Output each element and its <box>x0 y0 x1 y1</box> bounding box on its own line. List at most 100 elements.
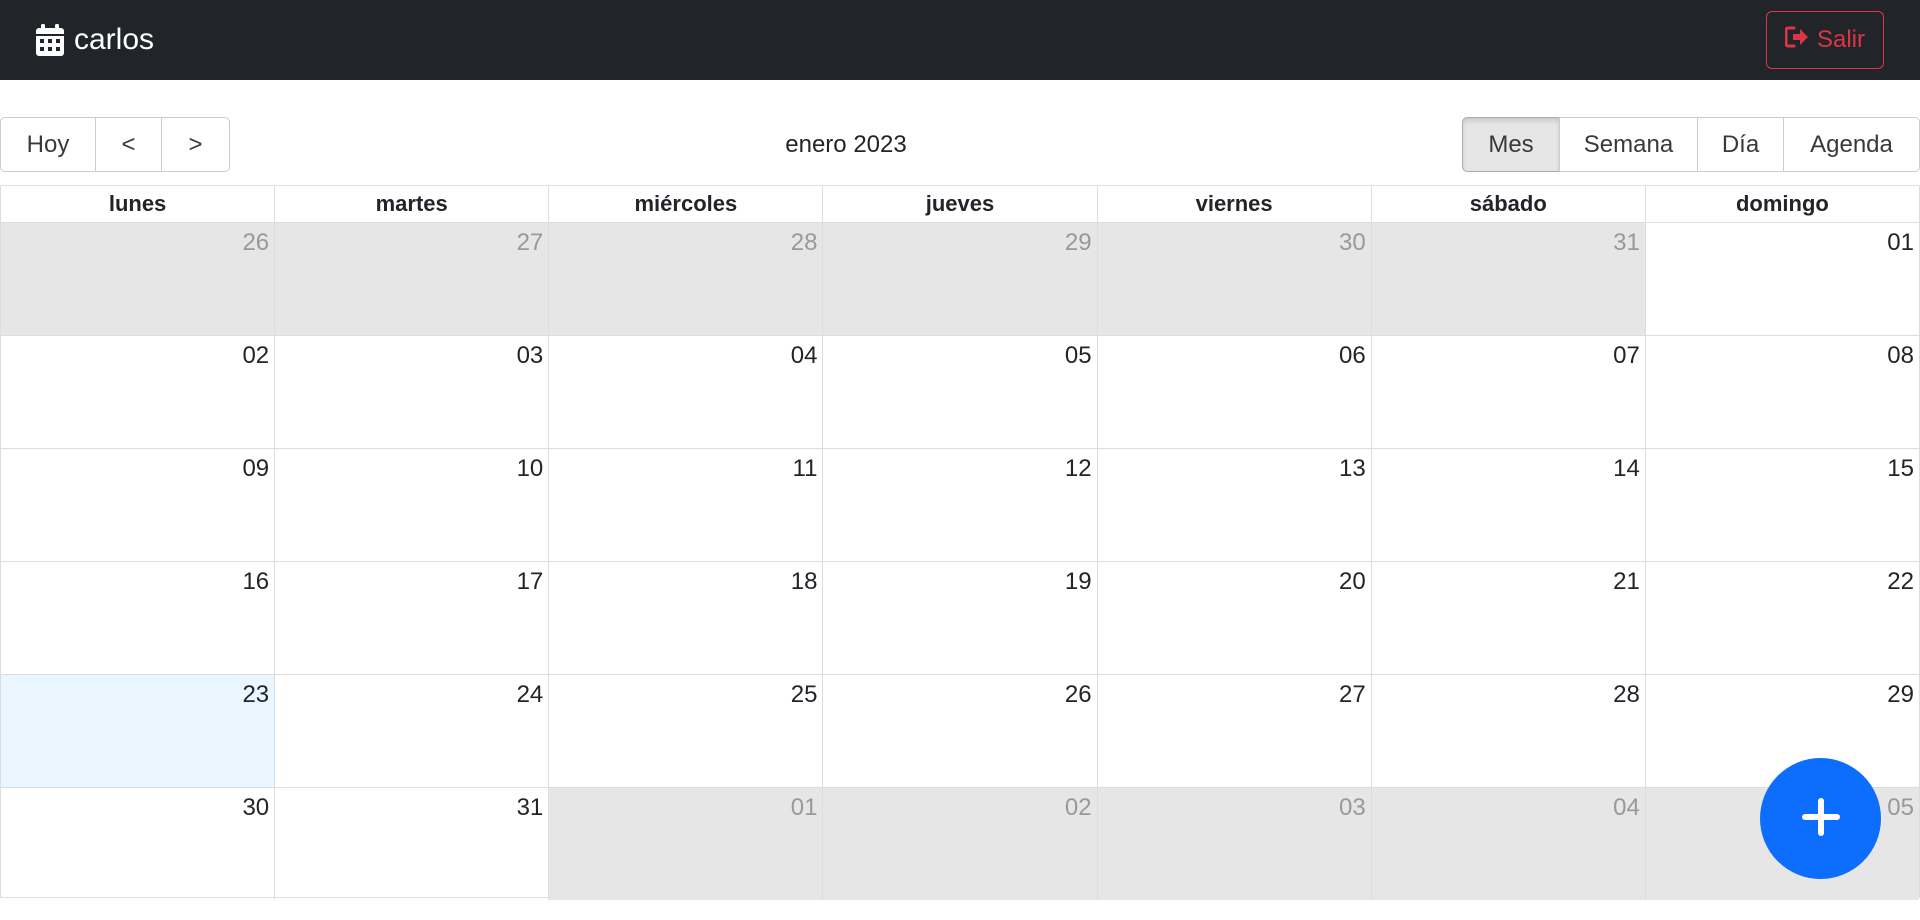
day-number[interactable]: 01 <box>791 794 818 821</box>
day-number[interactable]: 31 <box>517 794 544 821</box>
day-number[interactable]: 29 <box>1887 681 1914 708</box>
day-number[interactable]: 11 <box>793 455 818 482</box>
day-number[interactable]: 13 <box>1339 455 1366 482</box>
view-week-button[interactable]: Semana <box>1559 117 1698 172</box>
day-cell[interactable]: 20 <box>1096 562 1371 674</box>
day-number[interactable]: 16 <box>242 568 269 595</box>
day-cell[interactable]: 08 <box>1644 336 1919 448</box>
day-number[interactable]: 18 <box>791 568 818 595</box>
day-cell[interactable]: 01 <box>548 788 823 900</box>
day-number[interactable]: 06 <box>1339 342 1366 369</box>
day-cell[interactable]: 05 <box>822 336 1096 448</box>
day-cell[interactable]: 28 <box>1370 675 1645 787</box>
month-view: lunes martes miércoles jueves viernes sá… <box>0 185 1920 900</box>
day-number[interactable]: 30 <box>242 794 269 821</box>
day-cell[interactable]: 30 <box>1096 223 1371 335</box>
day-cell[interactable]: 17 <box>274 562 548 674</box>
day-cell[interactable]: 07 <box>1370 336 1645 448</box>
day-cell[interactable]: 22 <box>1644 562 1919 674</box>
day-cell[interactable]: 09 <box>1 449 274 561</box>
day-cell[interactable]: 31 <box>1370 223 1645 335</box>
day-cell[interactable]: 03 <box>1096 788 1371 900</box>
day-number[interactable]: 23 <box>242 681 269 708</box>
day-number[interactable]: 10 <box>517 455 544 482</box>
day-cell[interactable]: 14 <box>1370 449 1645 561</box>
day-cell[interactable]: 21 <box>1370 562 1645 674</box>
previous-button[interactable]: < <box>95 117 162 172</box>
day-cell[interactable]: 26 <box>1 223 275 335</box>
day-number[interactable]: 17 <box>517 568 544 595</box>
view-button-group: Mes Semana Día Agenda <box>1462 117 1920 172</box>
day-cell[interactable]: 11 <box>548 449 822 561</box>
day-cell[interactable]: 12 <box>822 449 1096 561</box>
day-cell[interactable]: 01 <box>1644 223 1919 335</box>
day-cell[interactable]: 10 <box>274 449 548 561</box>
day-number[interactable]: 03 <box>1339 794 1366 821</box>
day-number[interactable]: 29 <box>1065 229 1092 256</box>
day-number[interactable]: 02 <box>242 342 269 369</box>
view-day-button[interactable]: Día <box>1697 117 1784 172</box>
day-cell[interactable]: 28 <box>548 223 823 335</box>
day-cell[interactable]: 29 <box>822 223 1097 335</box>
day-number[interactable]: 07 <box>1613 342 1640 369</box>
day-number[interactable]: 01 <box>1887 229 1914 256</box>
day-number[interactable]: 25 <box>791 681 818 708</box>
day-cell[interactable]: 04 <box>1370 788 1645 900</box>
day-number[interactable]: 21 <box>1613 568 1640 595</box>
day-cell[interactable]: 16 <box>1 562 274 674</box>
day-number[interactable]: 05 <box>1065 342 1092 369</box>
day-number[interactable]: 05 <box>1887 794 1914 821</box>
add-event-button[interactable] <box>1760 758 1881 879</box>
day-cell[interactable]: 26 <box>822 675 1096 787</box>
brand[interactable]: carlos <box>36 23 154 57</box>
day-number[interactable]: 19 <box>1065 568 1092 595</box>
today-button[interactable]: Hoy <box>0 117 96 172</box>
day-cell[interactable]: 24 <box>274 675 548 787</box>
view-month-button[interactable]: Mes <box>1462 117 1560 172</box>
day-number[interactable]: 26 <box>1065 681 1092 708</box>
day-number[interactable]: 27 <box>517 229 544 256</box>
day-number[interactable]: 20 <box>1339 568 1366 595</box>
view-agenda-button[interactable]: Agenda <box>1783 117 1920 172</box>
logout-button[interactable]: Salir <box>1765 11 1884 69</box>
day-cell[interactable]: 04 <box>548 336 822 448</box>
day-cell[interactable]: 13 <box>1096 449 1371 561</box>
day-number[interactable]: 12 <box>1065 455 1092 482</box>
day-number[interactable]: 04 <box>1613 794 1640 821</box>
day-number[interactable]: 03 <box>517 342 544 369</box>
day-cell[interactable]: 27 <box>274 223 549 335</box>
day-cell[interactable]: 03 <box>274 336 548 448</box>
weekday-header: domingo <box>1644 186 1919 222</box>
day-cell[interactable]: 15 <box>1644 449 1919 561</box>
day-cell[interactable]: 25 <box>548 675 822 787</box>
weekday-header-row: lunes martes miércoles jueves viernes sá… <box>1 186 1919 222</box>
day-number[interactable]: 26 <box>242 229 269 256</box>
weekday-header: lunes <box>108 191 167 216</box>
week-row: 16 17 18 19 20 21 22 <box>1 561 1919 674</box>
day-number[interactable]: 02 <box>1065 794 1092 821</box>
next-button[interactable]: > <box>161 117 230 172</box>
day-number[interactable]: 28 <box>791 229 818 256</box>
day-number[interactable]: 22 <box>1887 568 1914 595</box>
day-cell[interactable]: 02 <box>822 788 1097 900</box>
day-number[interactable]: 28 <box>1613 681 1640 708</box>
day-cell[interactable]: 18 <box>548 562 822 674</box>
navigation-button-group: Hoy < > <box>0 117 230 172</box>
day-number[interactable]: 08 <box>1887 342 1914 369</box>
day-number[interactable]: 31 <box>1613 229 1640 256</box>
day-cell[interactable]: 19 <box>822 562 1096 674</box>
day-cell[interactable]: 23 <box>1 675 275 787</box>
day-cell[interactable]: 06 <box>1096 336 1371 448</box>
day-cell[interactable]: 30 <box>1 788 274 900</box>
day-number[interactable]: 14 <box>1613 455 1640 482</box>
day-number[interactable]: 24 <box>517 681 544 708</box>
day-number[interactable]: 30 <box>1339 229 1366 256</box>
day-cell[interactable]: 27 <box>1096 675 1371 787</box>
day-cell[interactable]: 31 <box>274 788 548 900</box>
day-cell[interactable]: 02 <box>1 336 274 448</box>
day-number[interactable]: 09 <box>242 455 269 482</box>
day-number[interactable]: 15 <box>1887 455 1914 482</box>
day-number[interactable]: 27 <box>1339 681 1366 708</box>
day-number[interactable]: 04 <box>791 342 818 369</box>
weekday-header: sábado <box>1370 186 1645 222</box>
